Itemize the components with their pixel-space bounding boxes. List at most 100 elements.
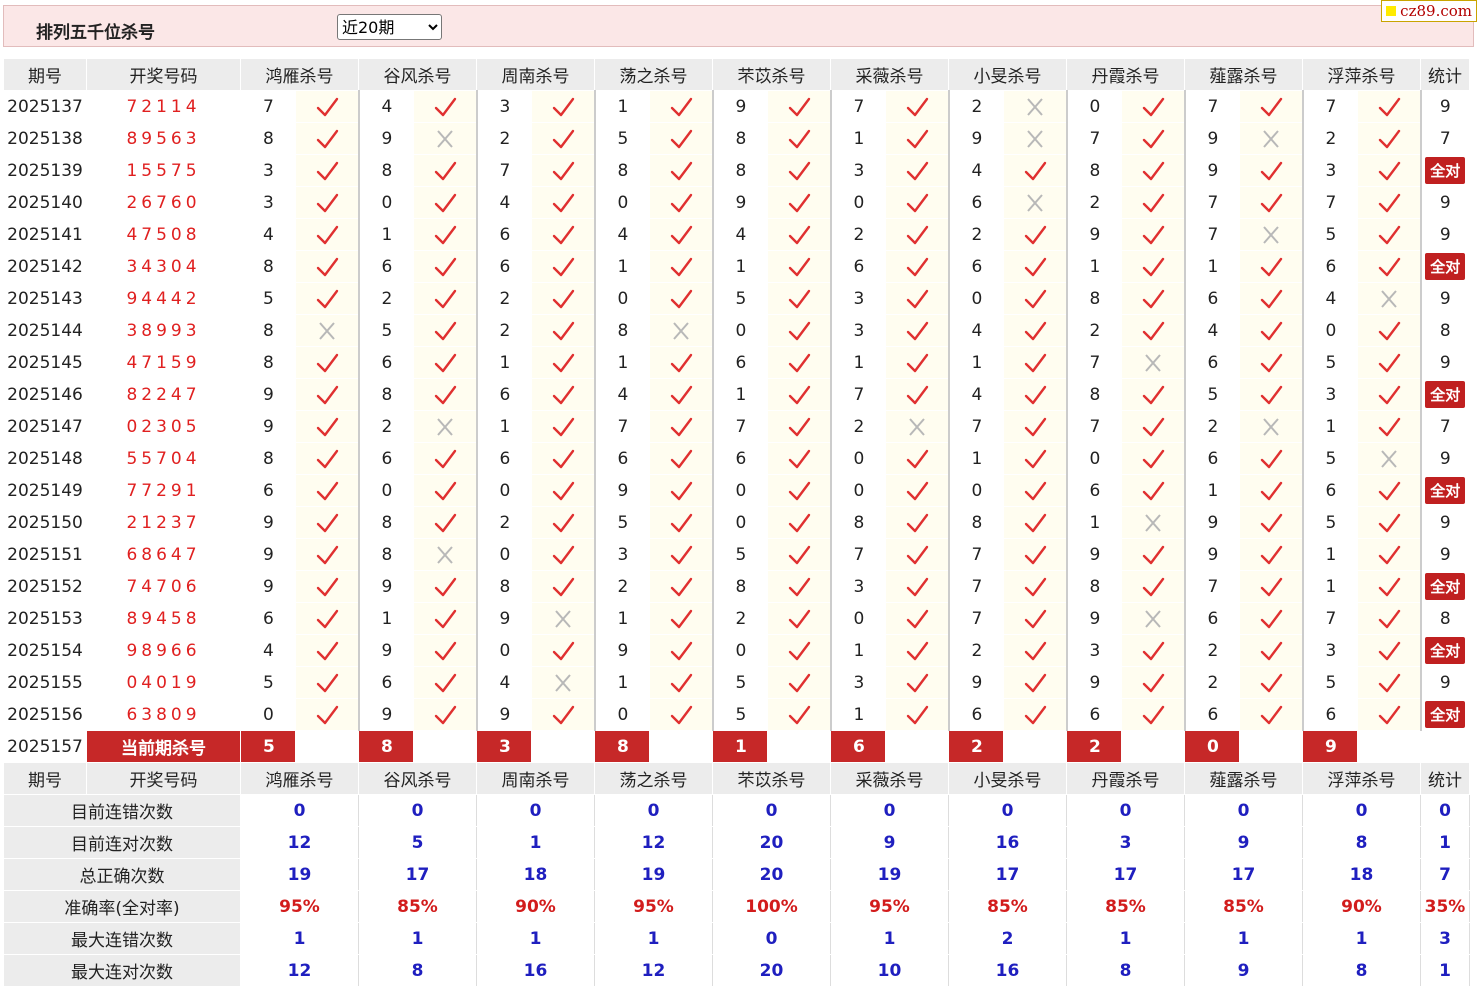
kill-number-cell: 2 xyxy=(830,218,886,251)
check-icon xyxy=(1378,193,1400,212)
kill-number-cell: 9 xyxy=(1066,666,1122,699)
kill-number-cell: 6 xyxy=(712,442,768,475)
kill-number-cell: 2 xyxy=(1302,122,1358,155)
kill-number-cell: 3 xyxy=(830,570,886,603)
hit-mark-cell xyxy=(1239,442,1304,475)
check-icon xyxy=(906,193,928,212)
hit-mark-cell xyxy=(295,90,360,123)
check-icon xyxy=(1378,353,1400,372)
hit-mark-cell xyxy=(885,346,950,379)
table-row: 2025143 94442 5 2 2 0 5 3 0 8 6 4 9 xyxy=(3,282,1470,315)
table-row: 2025149 77291 6 0 0 9 0 0 0 6 1 6 全对 xyxy=(3,474,1470,507)
table-row: 2025147 02305 9 2 1 7 7 2 7 7 2 1 7 xyxy=(3,410,1470,443)
table-row: 2025154 98966 4 9 0 9 0 1 2 3 2 3 全对 xyxy=(3,634,1470,667)
hit-mark-cell xyxy=(767,282,832,315)
draw-number-cell: 72114 xyxy=(86,90,241,123)
stats-value: 0 xyxy=(712,794,831,827)
table-row: 2025155 04019 5 6 4 1 5 3 9 9 2 5 9 xyxy=(3,666,1470,699)
stats-row: 最大连错次数 1 1 1 1 0 1 2 1 1 1 3 xyxy=(3,922,1470,955)
kill-number-cell: 1 xyxy=(1184,474,1240,507)
stats-value: 8 xyxy=(1066,954,1185,987)
period-cell: 2025152 xyxy=(3,570,87,603)
stats-row: 总正确次数 19 17 18 19 20 19 17 17 17 18 7 xyxy=(3,858,1470,891)
check-icon xyxy=(1260,513,1282,532)
kill-number-cell: 4 xyxy=(476,186,532,219)
kill-number-cell: 3 xyxy=(830,314,886,347)
table-row: 2025150 21237 9 8 2 5 0 8 8 1 9 5 9 xyxy=(3,506,1470,539)
table-row: 2025152 74706 9 9 8 2 8 3 7 8 7 1 全对 xyxy=(3,570,1470,603)
check-icon xyxy=(1142,577,1164,596)
check-icon xyxy=(906,289,928,308)
blank-cell xyxy=(1357,730,1421,763)
check-icon xyxy=(434,513,456,532)
period-select[interactable]: 近20期 xyxy=(337,14,442,40)
kill-number-cell: 5 xyxy=(594,122,650,155)
kill-number-cell: 2 xyxy=(1066,186,1122,219)
stats-value: 16 xyxy=(948,954,1067,987)
check-icon xyxy=(1024,385,1046,404)
hit-mark-cell xyxy=(531,250,596,283)
hit-mark-cell xyxy=(295,698,360,731)
hit-mark-cell xyxy=(1357,378,1422,411)
kill-number-cell: 5 xyxy=(1302,346,1358,379)
table-row: 2025153 89458 6 1 9 1 2 0 7 9 6 7 8 xyxy=(3,602,1470,635)
check-icon xyxy=(1260,641,1282,660)
check-icon xyxy=(1142,257,1164,276)
stats-value: 1 xyxy=(240,922,359,955)
period-cell: 2025144 xyxy=(3,314,87,347)
hit-mark-cell xyxy=(1121,90,1186,123)
check-icon xyxy=(906,673,928,692)
check-icon xyxy=(1378,641,1400,660)
hit-mark-cell xyxy=(1239,122,1304,155)
column-header: 丹霞杀号 xyxy=(1066,58,1185,91)
kill-number-cell: 9 xyxy=(240,378,296,411)
stat-cell: 9 xyxy=(1420,90,1470,123)
hit-mark-cell xyxy=(885,90,950,123)
check-icon xyxy=(552,641,574,660)
stats-value: 19 xyxy=(830,858,949,891)
hit-mark-cell xyxy=(1121,506,1186,539)
site-logo[interactable]: cz89.com xyxy=(1381,0,1477,22)
check-icon xyxy=(1142,545,1164,564)
cross-icon xyxy=(908,417,925,436)
kill-number-cell: 1 xyxy=(358,218,414,251)
hit-mark-cell xyxy=(1121,410,1186,443)
check-icon xyxy=(788,193,810,212)
hit-mark-cell xyxy=(649,346,714,379)
hit-mark-cell xyxy=(413,666,478,699)
kill-number-cell: 6 xyxy=(358,666,414,699)
check-icon xyxy=(788,577,810,596)
check-icon xyxy=(434,97,456,116)
check-icon xyxy=(906,449,928,468)
column-header: 芣苡杀号 xyxy=(712,762,831,795)
hit-mark-cell xyxy=(1121,666,1186,699)
stats-value: 0 xyxy=(240,794,359,827)
check-icon xyxy=(434,161,456,180)
hit-mark-cell xyxy=(767,666,832,699)
stats-value: 95% xyxy=(830,890,949,923)
kill-number-cell: 9 xyxy=(1184,538,1240,571)
check-icon xyxy=(552,353,574,372)
check-icon xyxy=(1024,609,1046,628)
kill-number-cell: 9 xyxy=(476,602,532,635)
check-icon xyxy=(1024,257,1046,276)
kill-number-cell: 1 xyxy=(594,90,650,123)
hit-mark-cell xyxy=(885,410,950,443)
check-icon xyxy=(1024,513,1046,532)
kill-number-cell: 9 xyxy=(358,570,414,603)
kill-number-cell: 3 xyxy=(1302,154,1358,187)
draw-number-cell: 82247 xyxy=(86,378,241,411)
check-icon xyxy=(1260,449,1282,468)
check-icon xyxy=(1024,545,1046,564)
check-icon xyxy=(670,641,692,660)
kill-number-cell: 6 xyxy=(240,602,296,635)
check-icon xyxy=(788,449,810,468)
kill-number-cell: 0 xyxy=(712,314,768,347)
hit-mark-cell xyxy=(1239,218,1304,251)
check-icon xyxy=(1024,353,1046,372)
kill-number-cell: 8 xyxy=(712,122,768,155)
hit-mark-cell xyxy=(767,218,832,251)
kill-number-cell: 1 xyxy=(948,346,1004,379)
check-icon xyxy=(670,289,692,308)
stat-cell: 全对 xyxy=(1420,570,1470,603)
